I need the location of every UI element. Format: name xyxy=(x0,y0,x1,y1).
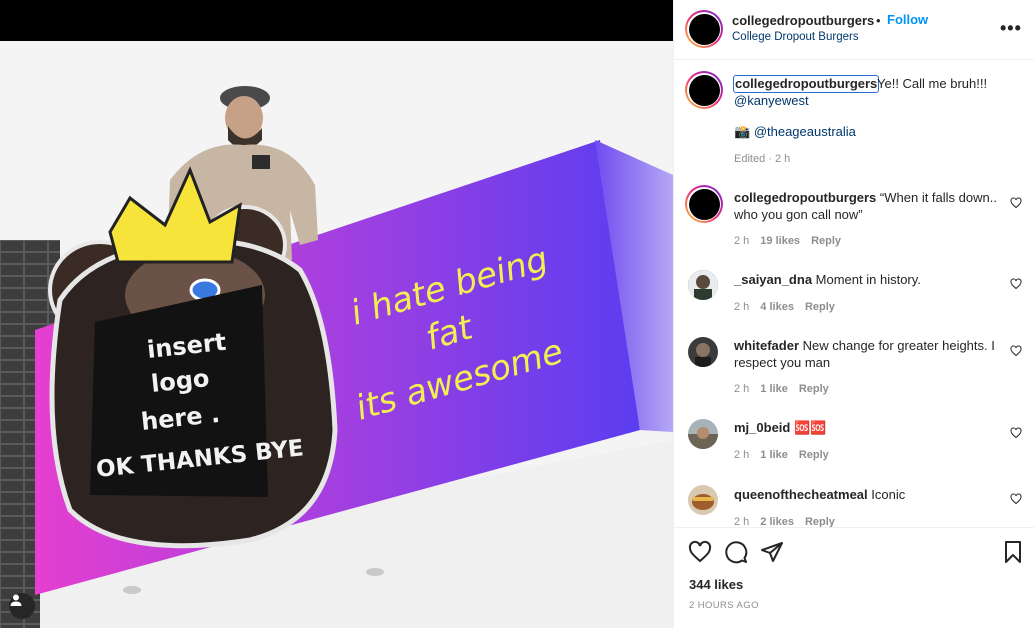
follow-button[interactable]: Follow xyxy=(887,12,928,27)
comment-text: Moment in history. xyxy=(815,272,921,287)
post-timestamp: 2 HOURS AGO xyxy=(689,600,759,611)
caption-mention-theageaustralia[interactable]: @theageaustralia xyxy=(754,124,856,139)
comment-avatar[interactable] xyxy=(688,337,718,367)
comment-time: 2 h xyxy=(734,449,750,461)
heart-icon[interactable] xyxy=(1010,278,1022,290)
comment-text: 🆘🆘 xyxy=(793,420,827,435)
share-icon[interactable] xyxy=(760,540,784,564)
bookmark-icon[interactable] xyxy=(1001,540,1025,564)
avatar-photo xyxy=(688,419,718,449)
tagged-users-button[interactable] xyxy=(9,593,35,619)
comment-likes[interactable]: 19 likes xyxy=(760,235,800,247)
caption-meta: Edited · 2 h xyxy=(734,153,791,165)
reply-button[interactable]: Reply xyxy=(799,449,829,461)
comment-meta: 2 h 4 likes Reply xyxy=(734,301,846,313)
heart-icon[interactable] xyxy=(1010,427,1022,439)
more-options-icon[interactable]: ••• xyxy=(1000,18,1022,39)
comment-time: 2 h xyxy=(734,235,750,247)
reply-button[interactable]: Reply xyxy=(811,235,841,247)
post-header: collegedropoutburgers • Follow College D… xyxy=(674,0,1034,60)
comment-likes[interactable]: 1 like xyxy=(760,383,788,395)
comment-avatar[interactable] xyxy=(685,185,723,223)
comment-avatar[interactable] xyxy=(688,485,718,515)
comment-meta: 2 h 19 likes Reply xyxy=(734,235,852,247)
post-side-panel: collegedropoutburgers • Follow College D… xyxy=(673,0,1034,628)
comment-body: mj_0beid 🆘🆘 xyxy=(734,419,999,436)
comment-icon[interactable] xyxy=(724,540,748,564)
comment-meta: 2 h 2 likes Reply xyxy=(734,516,846,527)
caption-mention-line: 📸 @theageaustralia xyxy=(734,124,856,140)
comment-meta: 2 h 1 like Reply xyxy=(734,383,840,395)
like-count[interactable]: 344 likes xyxy=(689,577,743,592)
comment-avatar[interactable] xyxy=(688,419,718,449)
caption-avatar[interactable] xyxy=(685,71,723,109)
post-photo[interactable]: i hate being fat its awesome insert logo xyxy=(0,0,673,628)
comment-text: Iconic xyxy=(871,487,906,502)
avatar-photo xyxy=(688,485,718,515)
comment-body: queenofthecheatmeal Iconic xyxy=(734,486,999,503)
reply-button[interactable]: Reply xyxy=(799,383,829,395)
avatar-photo xyxy=(688,270,718,300)
heart-icon[interactable] xyxy=(688,540,712,564)
post-image-illustration: i hate being fat its awesome insert logo xyxy=(0,41,673,628)
caption-username[interactable]: collegedropoutburgers xyxy=(733,75,880,93)
comment-time: 2 h xyxy=(734,383,750,395)
person-icon xyxy=(10,594,22,606)
separator-dot: • xyxy=(876,13,881,28)
heart-icon[interactable] xyxy=(1010,493,1022,505)
post-actions: 344 likes 2 HOURS AGO xyxy=(674,527,1034,628)
comment-username[interactable]: whitefader xyxy=(734,338,799,353)
comment-time: 2 h xyxy=(734,301,750,313)
heart-icon[interactable] xyxy=(1010,197,1022,209)
comment-body: collegedropoutburgers “When it falls dow… xyxy=(734,189,999,223)
comment-username[interactable]: mj_0beid xyxy=(734,420,790,435)
comment-likes[interactable]: 1 like xyxy=(760,449,788,461)
comment-meta: 2 h 1 like Reply xyxy=(734,449,840,461)
avatar-photo xyxy=(688,337,718,367)
author-avatar[interactable] xyxy=(685,10,723,48)
comment-username[interactable]: queenofthecheatmeal xyxy=(734,487,868,502)
camera-emoji: 📸 xyxy=(734,124,751,139)
comment-likes[interactable]: 4 likes xyxy=(760,301,794,313)
comment-body: _saiyan_dna Moment in history. xyxy=(734,271,999,288)
caption-mention-kanyewest[interactable]: @kanyewest xyxy=(734,93,809,108)
reply-button[interactable]: Reply xyxy=(805,516,835,527)
reply-button[interactable]: Reply xyxy=(805,301,835,313)
comment-likes[interactable]: 2 likes xyxy=(760,516,794,527)
comment-avatar[interactable] xyxy=(688,270,718,300)
author-username[interactable]: collegedropoutburgers xyxy=(732,13,874,28)
comment-username[interactable]: collegedropoutburgers xyxy=(734,190,876,205)
comment-time: 2 h xyxy=(734,516,750,527)
heart-icon[interactable] xyxy=(1010,345,1022,357)
author-subtitle[interactable]: College Dropout Burgers xyxy=(732,31,859,43)
comment-username[interactable]: _saiyan_dna xyxy=(734,272,812,287)
comments-list[interactable]: collegedropoutburgers Ye!! Call me bruh!… xyxy=(674,61,1034,527)
caption-text: Ye!! Call me bruh!!! xyxy=(877,76,988,91)
comment-body: whitefader New change for greater height… xyxy=(734,337,999,371)
